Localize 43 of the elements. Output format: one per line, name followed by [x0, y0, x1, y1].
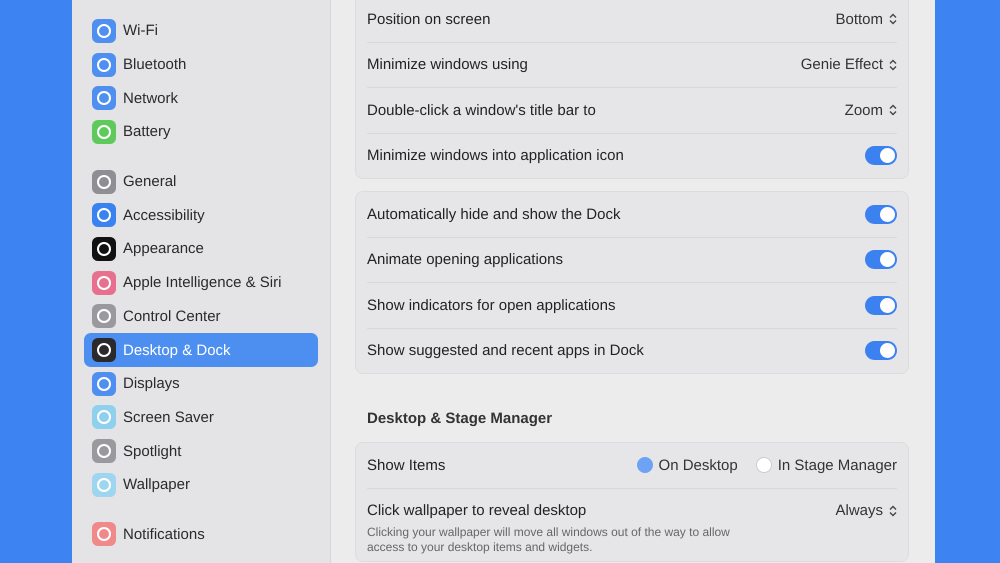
sidebar-item[interactable]: Apple Intelligence & Siri: [84, 266, 318, 300]
section-heading: Desktop & Stage Manager: [367, 410, 554, 427]
chevron-icon: [889, 13, 897, 26]
radio-label: In Stage Manager: [778, 456, 897, 474]
setting-label: Show suggested and recent apps in Dock: [367, 342, 644, 360]
toggle-switch[interactable]: [865, 296, 897, 315]
sidebar-item[interactable]: Control Center: [84, 300, 318, 334]
sidebar-item[interactable]: Notifications: [84, 518, 318, 552]
sidebar-item[interactable]: Bluetooth: [84, 48, 318, 82]
toggle-switch[interactable]: [865, 250, 897, 270]
setting-label: Show Items: [367, 456, 446, 474]
setting-label: Show indicators for open applications: [367, 296, 616, 314]
toggle-switch[interactable]: [865, 146, 897, 166]
setting-description: Clicking your wallpaper will move all windows out of the way to allow access to your desktop items and widgets.: [367, 524, 731, 554]
sidebar-item[interactable]: Screen Saver: [84, 400, 318, 434]
sidebar-item[interactable]: Network: [84, 81, 318, 116]
chevron-icon: [889, 58, 897, 71]
radio-button[interactable]: [636, 457, 653, 474]
sidebar-item[interactable]: Spotlight: [84, 434, 318, 468]
popup-button[interactable]: Zoom: [844, 102, 897, 119]
sidebar-item[interactable]: Displays: [84, 366, 318, 401]
setting-label: Minimize windows into application icon: [367, 147, 624, 164]
sidebar-item[interactable]: General: [84, 164, 318, 198]
popup-button[interactable]: Always: [835, 502, 897, 519]
toggle-switch[interactable]: [865, 341, 897, 360]
chevron-icon: [889, 104, 897, 116]
radio-label: On Desktop: [658, 456, 738, 474]
setting-label: Position on screen: [367, 10, 490, 28]
toggle-switch[interactable]: [865, 204, 897, 224]
sidebar-item[interactable]: Wallpaper: [84, 468, 318, 502]
setting-label: Double-click a window's title bar to: [367, 102, 596, 119]
sidebar-item[interactable]: Battery: [84, 115, 318, 149]
setting-label: Minimize windows using: [367, 56, 528, 74]
radio-button[interactable]: [756, 457, 772, 474]
sidebar-item[interactable]: Appearance: [84, 232, 318, 266]
chevron-icon: [889, 504, 897, 516]
setting-label: Animate opening applications: [367, 251, 563, 268]
setting-label: Click wallpaper to reveal desktop: [367, 502, 586, 519]
sidebar-item[interactable]: Wi-Fi: [84, 14, 318, 48]
popup-button[interactable]: Bottom: [835, 10, 897, 28]
popup-button[interactable]: Genie Effect: [800, 56, 897, 74]
sidebar-item[interactable]: Accessibility: [84, 198, 318, 232]
setting-label: Automatically hide and show the Dock: [367, 206, 620, 223]
